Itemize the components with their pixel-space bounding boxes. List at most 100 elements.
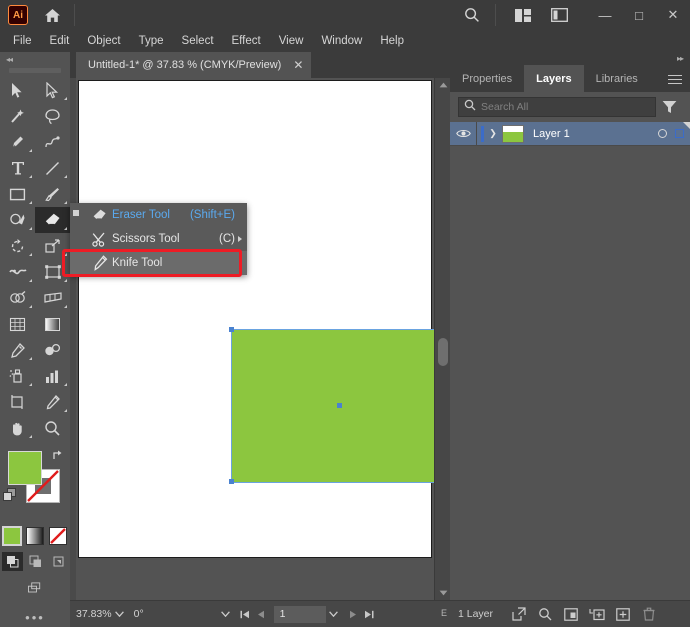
artboard-page-value[interactable]: 1 bbox=[273, 605, 326, 623]
draw-behind-mode[interactable] bbox=[25, 552, 46, 571]
gradient-tool[interactable] bbox=[35, 311, 70, 337]
zoom-dropdown-caret-icon[interactable] bbox=[112, 611, 128, 617]
column-graph-tool[interactable] bbox=[35, 363, 70, 389]
menu-effect[interactable]: Effect bbox=[223, 30, 270, 52]
default-fill-stroke-icon[interactable] bbox=[3, 488, 17, 507]
draw-normal-mode[interactable] bbox=[1, 552, 23, 571]
document-tab[interactable]: Untitled-1* @ 37.83 % (CMYK/Preview) ✕ bbox=[76, 52, 312, 78]
page-dropdown-caret-icon[interactable] bbox=[326, 611, 342, 617]
double-chevron-right-icon[interactable]: ▸▸ bbox=[450, 52, 690, 65]
artboard[interactable] bbox=[78, 80, 451, 558]
zoom-tool[interactable] bbox=[35, 415, 70, 441]
magic-wand-tool[interactable] bbox=[0, 103, 35, 129]
tab-libraries[interactable]: Libraries bbox=[583, 65, 650, 92]
maximize-button[interactable]: □ bbox=[622, 0, 656, 30]
previous-artboard-button[interactable] bbox=[254, 606, 268, 622]
delete-selection-icon[interactable] bbox=[641, 606, 657, 622]
symbol-sprayer-tool[interactable] bbox=[0, 363, 35, 389]
toolbar-drag-grip[interactable] bbox=[9, 68, 61, 73]
shaper-tool[interactable] bbox=[0, 207, 35, 233]
first-artboard-button[interactable] bbox=[238, 606, 252, 622]
create-new-sublayer-icon[interactable] bbox=[589, 606, 605, 622]
double-chevron-left-icon[interactable]: ◂◂ bbox=[0, 52, 70, 66]
rotate-tool[interactable] bbox=[0, 233, 35, 259]
rotation-dropdown-caret-icon[interactable] bbox=[218, 611, 234, 617]
paintbrush-tool[interactable] bbox=[35, 181, 70, 207]
tool-corner-indicator bbox=[29, 435, 32, 438]
line-segment-tool[interactable] bbox=[35, 155, 70, 181]
zoom-level-value[interactable]: 37.83% bbox=[70, 605, 112, 623]
tab-properties[interactable]: Properties bbox=[450, 65, 525, 92]
last-artboard-button[interactable] bbox=[362, 606, 376, 622]
shape-builder-tool[interactable] bbox=[0, 285, 35, 311]
pen-tool[interactable] bbox=[0, 129, 35, 155]
flyout-knife-tool[interactable]: Knife Tool bbox=[70, 251, 247, 275]
scrollbar-thumb[interactable] bbox=[438, 338, 448, 366]
slice-tool[interactable] bbox=[35, 389, 70, 415]
close-button[interactable]: ✕ bbox=[656, 0, 690, 30]
table-row[interactable]: ❯ Layer 1 bbox=[450, 121, 690, 146]
scale-tool[interactable] bbox=[35, 233, 70, 259]
draw-inside-mode[interactable] bbox=[48, 552, 69, 571]
menu-edit[interactable]: Edit bbox=[41, 30, 79, 52]
blend-tool[interactable] bbox=[35, 337, 70, 363]
menu-window[interactable]: Window bbox=[312, 30, 371, 52]
arrange-documents-icon[interactable] bbox=[508, 0, 538, 30]
menu-object[interactable]: Object bbox=[78, 30, 129, 52]
search-input[interactable]: Search All bbox=[458, 97, 656, 117]
lasso-tool[interactable] bbox=[35, 103, 70, 129]
canvas-area[interactable] bbox=[70, 78, 451, 600]
locate-object-icon[interactable] bbox=[537, 606, 553, 622]
create-new-layer-icon[interactable] bbox=[615, 606, 631, 622]
swap-fill-stroke-icon[interactable] bbox=[51, 449, 64, 467]
color-mode-color[interactable] bbox=[2, 526, 22, 546]
eye-icon[interactable] bbox=[450, 128, 476, 139]
scroll-up-arrow-icon[interactable] bbox=[435, 78, 451, 92]
home-icon[interactable] bbox=[38, 0, 66, 30]
perspective-grid-tool[interactable] bbox=[35, 285, 70, 311]
canvas-vertical-scrollbar[interactable] bbox=[434, 78, 450, 600]
layer-name-label[interactable]: Layer 1 bbox=[533, 128, 570, 140]
mesh-tool[interactable] bbox=[0, 311, 35, 337]
menu-file[interactable]: File bbox=[4, 30, 41, 52]
type-tool[interactable] bbox=[0, 155, 35, 181]
eyedropper-tool[interactable] bbox=[0, 337, 35, 363]
search-icon[interactable] bbox=[457, 0, 487, 30]
screen-mode-icon[interactable] bbox=[27, 580, 43, 596]
color-mode-gradient[interactable] bbox=[26, 527, 44, 545]
minimize-button[interactable]: — bbox=[588, 0, 622, 30]
flyout-scissors-tool[interactable]: Scissors Tool (C) bbox=[70, 227, 247, 251]
flyout-eraser-tool[interactable]: Eraser Tool (Shift+E) bbox=[70, 203, 247, 227]
free-transform-tool[interactable] bbox=[35, 259, 70, 285]
chevron-right-icon[interactable]: ❯ bbox=[484, 128, 502, 139]
menu-help[interactable]: Help bbox=[371, 30, 413, 52]
artboard-tool[interactable] bbox=[0, 389, 35, 415]
scroll-down-arrow-icon[interactable] bbox=[435, 586, 451, 600]
curvature-tool[interactable] bbox=[35, 129, 70, 155]
layer-selected-art-indicator[interactable] bbox=[675, 129, 684, 138]
edit-toolbar-dots-icon[interactable]: ••• bbox=[0, 610, 70, 625]
tab-layers[interactable]: Layers bbox=[524, 65, 584, 92]
workspace-switcher-icon[interactable] bbox=[544, 0, 574, 30]
menu-select[interactable]: Select bbox=[173, 30, 223, 52]
hand-tool[interactable] bbox=[0, 415, 35, 441]
eraser-tool[interactable] bbox=[35, 207, 70, 233]
next-artboard-button[interactable] bbox=[346, 606, 360, 622]
hamburger-menu-icon[interactable] bbox=[668, 71, 684, 87]
rectangle-tool[interactable] bbox=[0, 181, 35, 207]
width-tool[interactable] bbox=[0, 259, 35, 285]
layer-target-icon[interactable] bbox=[658, 129, 667, 138]
make-clipping-mask-icon[interactable] bbox=[563, 606, 579, 622]
selection-handle-bottom-left[interactable] bbox=[229, 479, 234, 484]
filter-funnel-icon[interactable] bbox=[656, 100, 682, 114]
selection-tool[interactable] bbox=[0, 77, 35, 103]
color-mode-none[interactable] bbox=[49, 527, 67, 545]
selection-handle-top-left[interactable] bbox=[229, 327, 234, 332]
fill-swatch[interactable] bbox=[8, 451, 42, 485]
menu-view[interactable]: View bbox=[270, 30, 313, 52]
direct-selection-tool[interactable] bbox=[35, 77, 70, 103]
rotation-value[interactable]: 0° bbox=[128, 605, 218, 623]
release-to-layers-icon[interactable] bbox=[511, 606, 527, 622]
document-tab-close-icon[interactable]: ✕ bbox=[293, 58, 303, 72]
menu-type[interactable]: Type bbox=[130, 30, 173, 52]
